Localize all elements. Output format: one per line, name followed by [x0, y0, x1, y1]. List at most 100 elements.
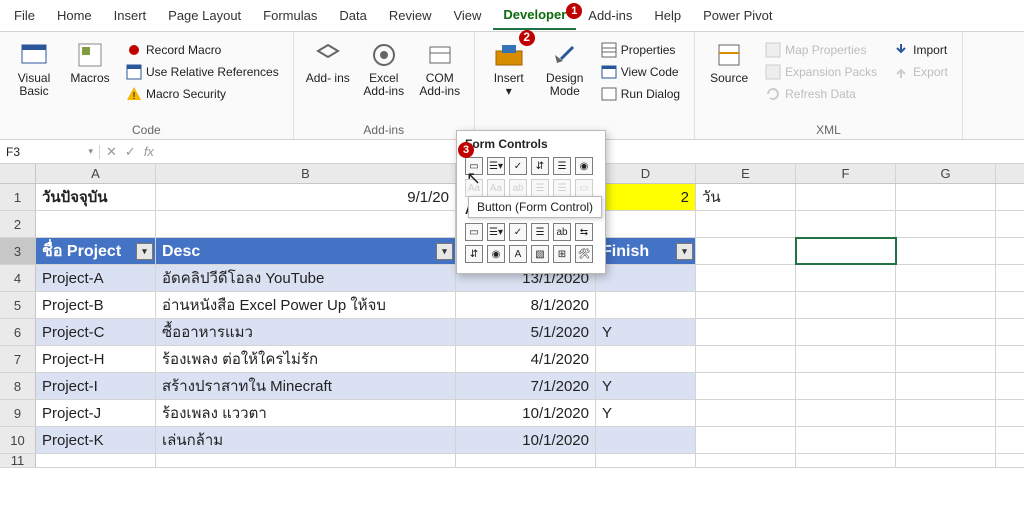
cell-A9[interactable]: Project-J: [36, 400, 156, 426]
visual-basic-button[interactable]: Visual Basic: [10, 36, 58, 98]
tab-review[interactable]: Review: [379, 2, 442, 29]
cell-D7[interactable]: [596, 346, 696, 372]
ax-combo-icon[interactable]: ☰▾: [487, 223, 505, 241]
cell-E8[interactable]: [696, 373, 796, 399]
cell-G10[interactable]: [896, 427, 996, 453]
filter-icon[interactable]: ▾: [676, 243, 693, 260]
accept-icon[interactable]: ✓: [125, 144, 136, 160]
cell-E9[interactable]: [696, 400, 796, 426]
table-header-name[interactable]: ชื่อ Project▾: [36, 238, 156, 264]
cell-D10[interactable]: [596, 427, 696, 453]
fx-icon[interactable]: fx: [144, 144, 154, 159]
row-header[interactable]: 4: [0, 265, 36, 291]
cell-A5[interactable]: Project-B: [36, 292, 156, 318]
cell-G5[interactable]: [896, 292, 996, 318]
tab-formulas[interactable]: Formulas: [253, 2, 327, 29]
cell-A7[interactable]: Project-H: [36, 346, 156, 372]
cell-E1[interactable]: วัน: [696, 184, 796, 210]
excel-addins-button[interactable]: Excel Add-ins: [360, 36, 408, 98]
cell-D2[interactable]: [596, 211, 696, 237]
ax-toggle-icon[interactable]: ⊞: [553, 245, 571, 263]
tab-developer[interactable]: Developer 1: [493, 1, 576, 30]
row-header[interactable]: 3: [0, 238, 36, 264]
cell-B5[interactable]: อ่านหนังสือ Excel Power Up ให้จบ: [156, 292, 456, 318]
cell-G7[interactable]: [896, 346, 996, 372]
macro-security-button[interactable]: !Macro Security: [122, 84, 283, 104]
com-addins-button[interactable]: COM Add-ins: [416, 36, 464, 98]
ax-button-icon[interactable]: ▭: [465, 223, 483, 241]
cell-E10[interactable]: [696, 427, 796, 453]
ax-spin-icon[interactable]: ⇵: [465, 245, 483, 263]
row-header[interactable]: 11: [0, 454, 36, 467]
cell-E5[interactable]: [696, 292, 796, 318]
ax-listbox-icon[interactable]: ☰: [531, 223, 549, 241]
cell-G8[interactable]: [896, 373, 996, 399]
col-header-F[interactable]: F: [796, 164, 896, 183]
cell-G11[interactable]: [896, 454, 996, 467]
cell-F4[interactable]: [796, 265, 896, 291]
form-listbox-icon[interactable]: ☰: [553, 157, 571, 175]
cell-G3[interactable]: [896, 238, 996, 264]
cell-A10[interactable]: Project-K: [36, 427, 156, 453]
relative-references-button[interactable]: Use Relative References: [122, 62, 283, 82]
view-code-button[interactable]: View Code: [597, 62, 684, 82]
cell-F7[interactable]: [796, 346, 896, 372]
cell-A8[interactable]: Project-I: [36, 373, 156, 399]
cell-F10[interactable]: [796, 427, 896, 453]
table-header-finish[interactable]: Finish▾: [596, 238, 696, 264]
ax-option-icon[interactable]: ◉: [487, 245, 505, 263]
row-header[interactable]: 8: [0, 373, 36, 399]
ax-checkbox-icon[interactable]: ✓: [509, 223, 527, 241]
design-mode-button[interactable]: Design Mode: [541, 36, 589, 98]
cell-C8[interactable]: 7/1/2020: [456, 373, 596, 399]
ax-scrollbar-icon[interactable]: ⇆: [575, 223, 593, 241]
cell-C9[interactable]: 10/1/2020: [456, 400, 596, 426]
cell-C6[interactable]: 5/1/2020: [456, 319, 596, 345]
select-all-corner[interactable]: [0, 164, 36, 183]
cell-G2[interactable]: [896, 211, 996, 237]
row-header[interactable]: 2: [0, 211, 36, 237]
ax-label-icon[interactable]: A: [509, 245, 527, 263]
form-spinner-icon[interactable]: ⇵: [531, 157, 549, 175]
cell-A2[interactable]: [36, 211, 156, 237]
cell-A4[interactable]: Project-A: [36, 265, 156, 291]
cell-B8[interactable]: สร้างปราสาทใน Minecraft: [156, 373, 456, 399]
col-header-G[interactable]: G: [896, 164, 996, 183]
import-button[interactable]: Import: [889, 40, 952, 60]
cell-E2[interactable]: [696, 211, 796, 237]
cell-F6[interactable]: [796, 319, 896, 345]
cell-D11[interactable]: [596, 454, 696, 467]
cell-B7[interactable]: ร้องเพลง ต่อให้ใครไม่รัก: [156, 346, 456, 372]
cell-B9[interactable]: ร้องเพลง แววตา: [156, 400, 456, 426]
cancel-icon[interactable]: ✕: [106, 144, 117, 160]
cell-F2[interactable]: [796, 211, 896, 237]
cell-C11[interactable]: [456, 454, 596, 467]
cell-B4[interactable]: อัดคลิปวีดีโอลง YouTube: [156, 265, 456, 291]
cell-A11[interactable]: [36, 454, 156, 467]
cell-F5[interactable]: [796, 292, 896, 318]
ax-textbox-icon[interactable]: ab: [553, 223, 571, 241]
macros-button[interactable]: Macros: [66, 36, 114, 85]
name-box[interactable]: F3▾: [0, 145, 100, 159]
table-header-desc[interactable]: Desc▾: [156, 238, 456, 264]
tab-data[interactable]: Data: [329, 2, 376, 29]
cell-D5[interactable]: [596, 292, 696, 318]
cell-G9[interactable]: [896, 400, 996, 426]
form-checkbox-icon[interactable]: ✓: [509, 157, 527, 175]
form-button-icon[interactable]: ▭: [465, 157, 483, 175]
ax-image-icon[interactable]: ▧: [531, 245, 549, 263]
row-header[interactable]: 9: [0, 400, 36, 426]
cell-B1[interactable]: 9/1/20: [156, 184, 456, 210]
cell-D9[interactable]: Y: [596, 400, 696, 426]
cell-C10[interactable]: 10/1/2020: [456, 427, 596, 453]
cell-F1[interactable]: [796, 184, 896, 210]
cell-D8[interactable]: Y: [596, 373, 696, 399]
filter-icon[interactable]: ▾: [436, 243, 453, 260]
cell-F11[interactable]: [796, 454, 896, 467]
tab-power-pivot[interactable]: Power Pivot: [693, 2, 782, 29]
cell-D1[interactable]: 2: [596, 184, 696, 210]
cell-E11[interactable]: [696, 454, 796, 467]
form-option-icon[interactable]: ◉: [575, 157, 593, 175]
cell-B2[interactable]: [156, 211, 456, 237]
cell-B6[interactable]: ซื้ออาหารแมว: [156, 319, 456, 345]
